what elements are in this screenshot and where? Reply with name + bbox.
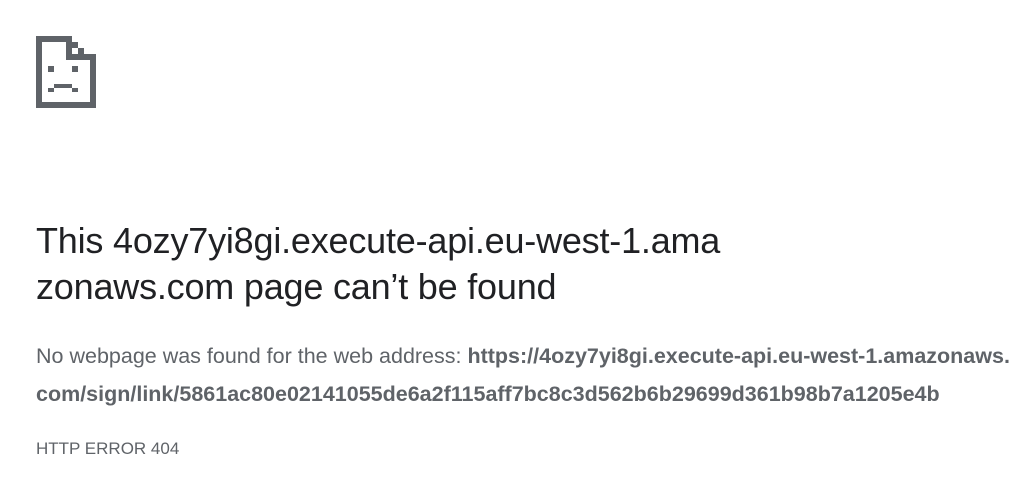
page-title: This 4ozy7yi8gi.execute-api.eu-west-1.am… <box>36 220 721 307</box>
sad-page-icon <box>36 36 96 108</box>
error-container: This 4ozy7yi8gi.execute-api.eu-west-1.am… <box>36 36 1011 460</box>
description-text: No webpage was found for the web address… <box>36 344 468 368</box>
error-code: HTTP ERROR 404 <box>36 439 180 458</box>
error-description: No webpage was found for the web address… <box>36 337 1011 413</box>
